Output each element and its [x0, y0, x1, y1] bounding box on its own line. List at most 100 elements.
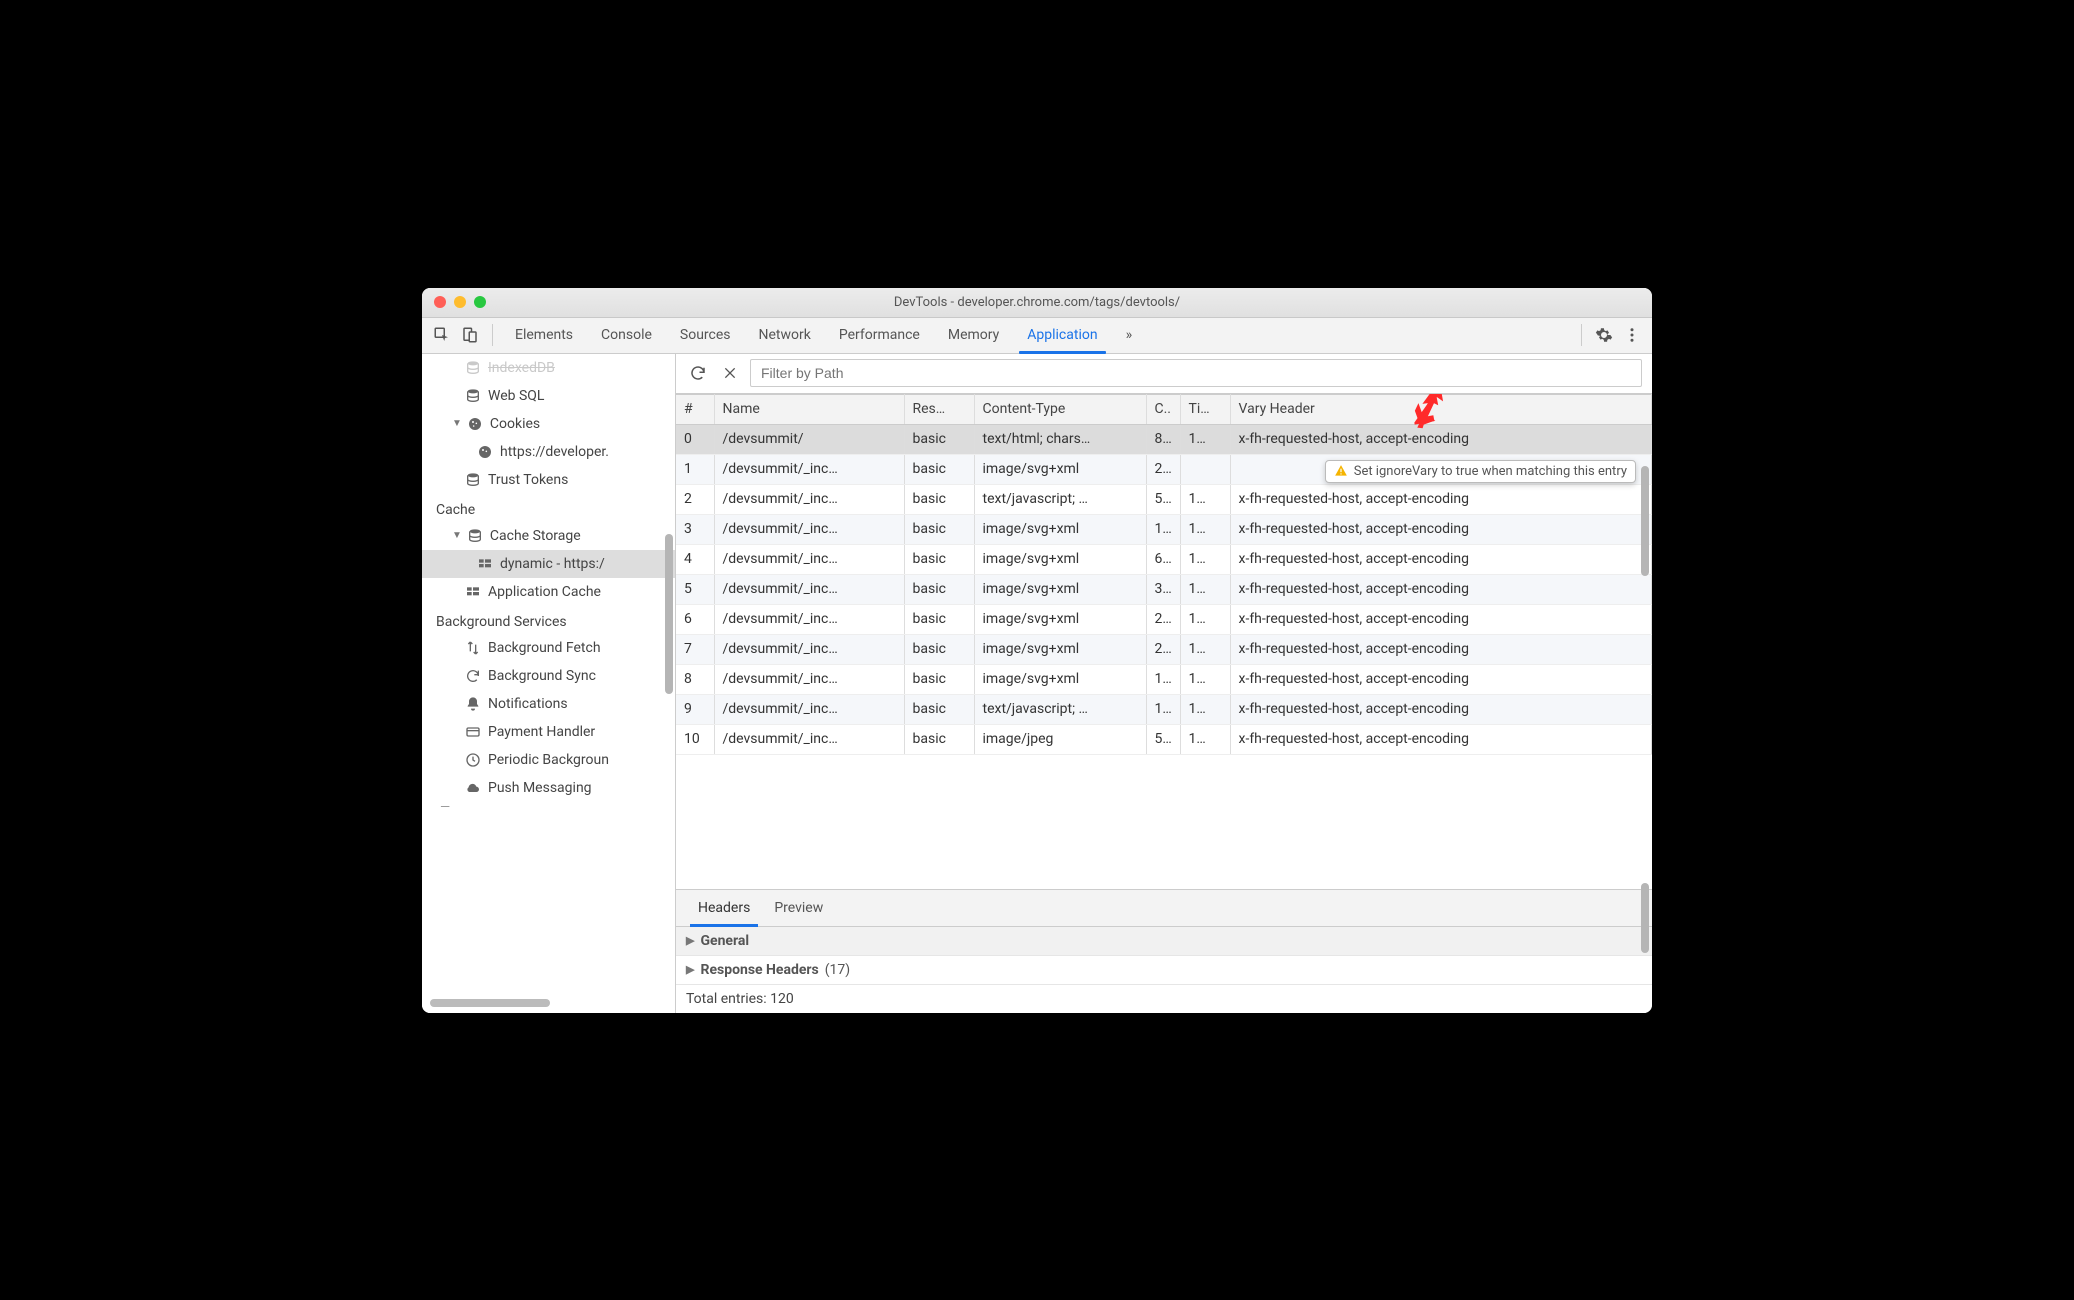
cell-vary: x-fh-requested-host, accept-encoding — [1230, 514, 1652, 544]
table-header-row: # Name Res… Content-Type C.. Ti… Vary He… — [676, 394, 1652, 424]
cell-t: 1… — [1180, 574, 1230, 604]
cell-resp: basic — [904, 514, 974, 544]
tab-label: Preview — [774, 900, 823, 916]
sidebar-item-bg-fetch[interactable]: Background Fetch — [422, 634, 675, 662]
table-row[interactable]: 3/devsummit/_inc…basicimage/svg+xml1…1…x… — [676, 514, 1652, 544]
sidebar-item-notifications[interactable]: Notifications — [422, 690, 675, 718]
table-row[interactable]: 0/devsummit/basictext/html; chars…8…1…x-… — [676, 424, 1652, 454]
tab-console[interactable]: Console — [587, 318, 666, 353]
cell-vary: x-fh-requested-host, accept-encoding — [1230, 634, 1652, 664]
more-menu-icon[interactable] — [1621, 324, 1643, 346]
cell-c: 6… — [1146, 544, 1180, 574]
sidebar-item-cache-dynamic[interactable]: dynamic - https:/ — [422, 550, 675, 578]
tab-elements[interactable]: Elements — [501, 318, 587, 353]
cell-t: 1… — [1180, 604, 1230, 634]
tab-network[interactable]: Network — [745, 318, 825, 353]
tab-label: Performance — [839, 327, 920, 343]
detail-tab-headers[interactable]: Headers — [686, 890, 762, 926]
cell-idx: 10 — [676, 724, 714, 754]
cell-idx: 7 — [676, 634, 714, 664]
table-row[interactable]: 10/devsummit/_inc…basicimage/jpeg5…1…x-f… — [676, 724, 1652, 754]
col-time-cached[interactable]: Ti… — [1180, 394, 1230, 424]
cell-c: 2… — [1146, 604, 1180, 634]
total-entries: Total entries: 120 — [676, 985, 1652, 1013]
sidebar-item-periodic-bg-sync[interactable]: Periodic Backgroun — [422, 746, 675, 774]
section-general[interactable]: ▶General — [676, 927, 1652, 955]
cell-resp: basic — [904, 634, 974, 664]
database-icon — [464, 387, 482, 405]
tab-label: Elements — [515, 327, 573, 343]
cell-vary: x-fh-requested-host, accept-encoding — [1230, 574, 1652, 604]
minimize-window-button[interactable] — [454, 296, 466, 308]
cell-c: 1… — [1146, 514, 1180, 544]
detail-tab-preview[interactable]: Preview — [762, 890, 835, 926]
cache-toolbar — [676, 354, 1652, 394]
cell-idx: 5 — [676, 574, 714, 604]
table-vertical-scrollbar[interactable] — [1641, 466, 1649, 576]
section-title: General — [700, 933, 749, 949]
cell-ct: image/svg+xml — [974, 634, 1146, 664]
cell-name: /devsummit/_inc… — [714, 454, 904, 484]
sidebar-item-label: Background Sync — [488, 668, 596, 684]
col-name[interactable]: Name — [714, 394, 904, 424]
cell-t: 1… — [1180, 694, 1230, 724]
clear-icon[interactable] — [718, 361, 742, 385]
settings-gear-icon[interactable] — [1593, 324, 1615, 346]
section-count: (17) — [825, 962, 850, 978]
sidebar-item-bg-sync[interactable]: Background Sync — [422, 662, 675, 690]
tab-label: Sources — [680, 327, 731, 343]
tab-sources[interactable]: Sources — [666, 318, 745, 353]
sidebar-item-indexeddb-cut[interactable]: IndexedDB — [422, 354, 675, 382]
sidebar-vertical-scrollbar[interactable] — [665, 534, 673, 694]
table-row[interactable]: 4/devsummit/_inc…basicimage/svg+xml6…1…x… — [676, 544, 1652, 574]
table-row[interactable]: 6/devsummit/_inc…basicimage/svg+xml2…1…x… — [676, 604, 1652, 634]
cell-t: 1… — [1180, 484, 1230, 514]
col-index[interactable]: # — [676, 394, 714, 424]
cell-resp: basic — [904, 724, 974, 754]
inspect-element-icon[interactable] — [431, 324, 453, 346]
table-row[interactable]: 2/devsummit/_inc…basictext/javascript; …… — [676, 484, 1652, 514]
filter-by-path-input[interactable] — [750, 359, 1642, 387]
table-row[interactable]: 7/devsummit/_inc…basicimage/svg+xml2…1…x… — [676, 634, 1652, 664]
database-icon — [464, 359, 482, 377]
device-toolbar-icon[interactable] — [459, 324, 481, 346]
table-row[interactable]: 5/devsummit/_inc…basicimage/svg+xml3…1…x… — [676, 574, 1652, 604]
cell-c: 3… — [1146, 574, 1180, 604]
sidebar-item-web-sql[interactable]: Web SQL — [422, 382, 675, 410]
entry-detail-tabs: Headers Preview — [676, 889, 1652, 927]
sidebar-item-payment-handler[interactable]: Payment Handler — [422, 718, 675, 746]
headers-sections: ▶General ▶Response Headers (17) Total en… — [676, 927, 1652, 1013]
table-row[interactable]: 9/devsummit/_inc…basictext/javascript; …… — [676, 694, 1652, 724]
sidebar-item-cookies-origin[interactable]: https://developer. — [422, 438, 675, 466]
table-row[interactable]: 8/devsummit/_inc…basicimage/svg+xml1…1…x… — [676, 664, 1652, 694]
cell-resp: basic — [904, 484, 974, 514]
table-icon — [476, 555, 494, 573]
sidebar-item-trust-tokens[interactable]: Trust Tokens — [422, 466, 675, 494]
zoom-window-button[interactable] — [474, 296, 486, 308]
sidebar-heading-cache: Cache — [422, 494, 675, 522]
cookie-icon — [466, 415, 484, 433]
database-icon — [464, 471, 482, 489]
tab-memory[interactable]: Memory — [934, 318, 1013, 353]
sidebar-item-application-cache[interactable]: Application Cache — [422, 578, 675, 606]
col-content-length[interactable]: C.. — [1146, 394, 1180, 424]
sidebar-item-cache-storage[interactable]: ▼ Cache Storage — [422, 522, 675, 550]
sync-icon — [464, 667, 482, 685]
cloud-icon — [464, 779, 482, 797]
tab-overflow[interactable]: » — [1112, 318, 1147, 353]
tab-label: Memory — [948, 327, 999, 343]
tab-performance[interactable]: Performance — [825, 318, 934, 353]
cell-resp: basic — [904, 574, 974, 604]
sidebar-item-push-messaging[interactable]: Push Messaging — [422, 774, 675, 802]
transfer-arrows-icon — [464, 639, 482, 657]
detail-vertical-scrollbar[interactable] — [1641, 883, 1649, 953]
refresh-icon[interactable] — [686, 361, 710, 385]
col-content-type[interactable]: Content-Type — [974, 394, 1146, 424]
cell-name: /devsummit/_inc… — [714, 694, 904, 724]
sidebar-item-cookies[interactable]: ▼ Cookies — [422, 410, 675, 438]
close-window-button[interactable] — [434, 296, 446, 308]
col-response-type[interactable]: Res… — [904, 394, 974, 424]
tab-application[interactable]: Application — [1013, 318, 1111, 353]
sidebar-horizontal-scrollbar[interactable] — [430, 999, 667, 1009]
section-response-headers[interactable]: ▶Response Headers (17) — [676, 956, 1652, 984]
